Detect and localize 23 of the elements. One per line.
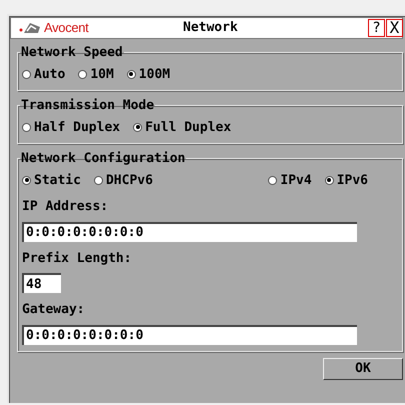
radio-option[interactable]: 10M [78, 64, 114, 84]
text-field[interactable]: 0:0:0:0:0:0:0:0 [22, 222, 357, 242]
radio-option[interactable]: IPv4 [268, 170, 312, 190]
radio-option[interactable]: Full Duplex [133, 118, 232, 137]
group-title: Network Speed [20, 44, 124, 62]
group-title: Network Configuration [20, 150, 186, 168]
radio-option[interactable]: Static [22, 170, 81, 190]
field-label: Gateway: [22, 301, 86, 319]
radio-option[interactable]: Half Duplex [22, 118, 120, 137]
ok-button[interactable]: OK [323, 358, 403, 380]
help-button[interactable]: ? [368, 19, 385, 37]
group-title: Transmission Mode [20, 97, 156, 115]
text-field[interactable]: 48 [22, 273, 61, 293]
radio-option[interactable]: IPv6 [324, 170, 368, 190]
brand-name: Avocent [44, 19, 88, 38]
field-label: IP Address: [22, 198, 110, 216]
text-field[interactable]: 0:0:0:0:0:0:0:0 [22, 324, 357, 344]
close-button[interactable]: X [386, 19, 403, 37]
radio-option[interactable]: Auto [22, 64, 66, 84]
field-label: Prefix Length: [22, 250, 133, 268]
radio-option[interactable]: 100M [126, 64, 170, 84]
window-title: Network [183, 19, 238, 38]
radio-option[interactable]: DHCPv6 [94, 170, 153, 190]
